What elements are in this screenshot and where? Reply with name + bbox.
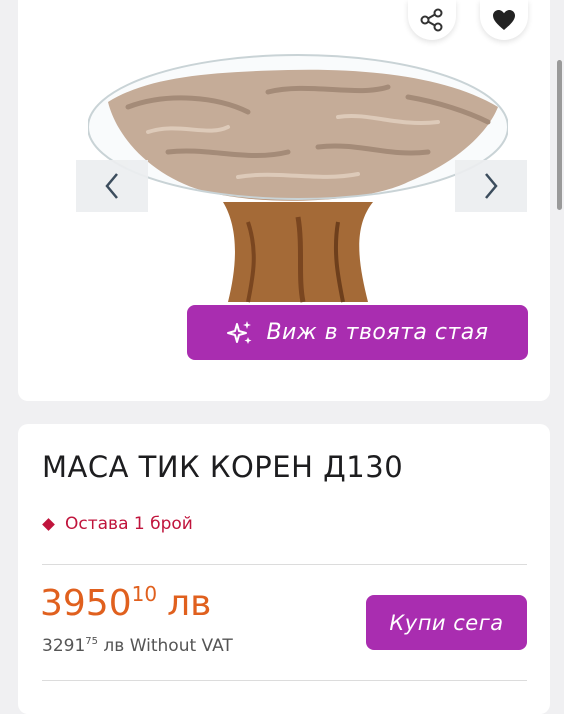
price-no-vat-suffix: лв Without VAT xyxy=(103,636,233,656)
price-cents: 10 xyxy=(131,582,158,606)
product-title: МАСА ТИК КОРЕН Д130 xyxy=(42,450,404,484)
share-button[interactable] xyxy=(408,0,456,40)
chevron-left-icon xyxy=(105,173,118,199)
price-no-vat-cents: 75 xyxy=(85,636,98,647)
view-in-room-label: Виж в твоята стая xyxy=(266,320,489,345)
favorite-button[interactable] xyxy=(480,0,528,40)
diamond-icon xyxy=(42,517,55,531)
product-info-card: МАСА ТИК КОРЕН Д130 Остава 1 брой 395010… xyxy=(18,424,550,714)
divider xyxy=(42,680,527,681)
sparkles-icon xyxy=(227,320,252,344)
price-main: 3950 xyxy=(40,583,132,624)
product-image[interactable] xyxy=(88,52,508,307)
buy-now-label: Купи сега xyxy=(389,610,504,635)
chevron-right-icon xyxy=(485,173,498,199)
buy-now-button[interactable]: Купи сега xyxy=(366,595,527,650)
gallery-prev-button[interactable] xyxy=(76,160,148,212)
price-without-vat: 329175 лв Without VAT xyxy=(42,636,233,656)
stock-status: Остава 1 брой xyxy=(42,514,193,534)
view-in-room-button[interactable]: Виж в твоята стая xyxy=(187,305,528,360)
stock-status-label: Остава 1 брой xyxy=(65,514,193,534)
price-currency: лв xyxy=(167,583,212,624)
share-icon xyxy=(420,8,443,32)
heart-icon xyxy=(493,10,515,30)
gallery-next-button[interactable] xyxy=(455,160,527,212)
product-gallery-card: Виж в твоята стая xyxy=(18,0,550,401)
product-price: 395010 лв xyxy=(40,583,212,624)
price-no-vat-main: 3291 xyxy=(42,636,86,656)
scrollbar[interactable] xyxy=(557,60,562,210)
divider xyxy=(42,564,527,565)
